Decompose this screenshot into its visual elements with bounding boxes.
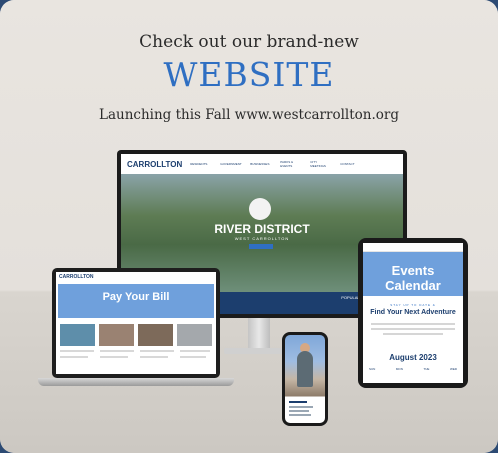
monitor-nav: CARROLLTON RESIDENTS GOVERNMENT BUSINESS…	[121, 154, 403, 174]
headline: Check out our brand-new	[139, 32, 359, 52]
monitor-logo: CARROLLTON	[127, 159, 183, 169]
laptop-text-line	[100, 356, 128, 358]
laptop-card-image	[60, 324, 95, 346]
tablet-day: TUE	[423, 367, 430, 371]
laptop: CARROLLTON Pay Your Bill	[52, 268, 220, 378]
phone-screen	[285, 335, 325, 423]
phone-text-line	[289, 401, 307, 403]
laptop-text-line	[140, 356, 168, 358]
laptop-logo: CARROLLTON	[59, 274, 94, 280]
tablet-banner-title: Events Calendar	[385, 263, 441, 293]
phone-text-line	[289, 410, 309, 412]
tablet: Events Calendar STAY UP TO DATE & Find Y…	[358, 238, 468, 388]
laptop-banner-title: Pay Your Bill	[102, 291, 170, 303]
laptop-banner: Pay Your Bill	[58, 284, 214, 318]
laptop-text-line	[180, 350, 210, 352]
promo-card: Check out our brand-new WEBSITE Launchin…	[0, 0, 498, 453]
laptop-card-image	[177, 324, 212, 346]
phone-photo-person	[297, 351, 313, 387]
tablet-day: SUN	[369, 367, 376, 371]
laptop-screen: CARROLLTON Pay Your Bill	[56, 272, 216, 374]
laptop-text-line	[60, 356, 88, 358]
tablet-text-line	[383, 333, 443, 335]
laptop-nav: CARROLLTON	[56, 272, 216, 282]
phone-text-line	[289, 406, 313, 408]
smartphone	[282, 332, 328, 426]
phone-text-line	[289, 414, 311, 416]
laptop-card-image	[99, 324, 134, 346]
monitor-nav-item: BUSINESSES	[250, 162, 270, 166]
promo-frame: Check out our brand-new WEBSITE Launchin…	[0, 0, 498, 453]
monitor-stand	[248, 318, 270, 352]
tablet-month: August 2023	[389, 353, 437, 362]
monitor-nav-item: GOVERNMENT	[220, 162, 242, 166]
laptop-text-line	[60, 350, 94, 352]
monitor-nav-item: RESIDENTS	[190, 162, 208, 166]
tablet-day: MON	[395, 367, 403, 371]
laptop-text-line	[100, 350, 134, 352]
monitor-nav-item: CONTACT	[340, 162, 355, 166]
monitor-nav-item: CITY MEETINGS	[310, 160, 326, 168]
laptop-text-line	[140, 350, 174, 352]
tablet-heading: Find Your Next Adventure	[370, 309, 456, 316]
tablet-day-row: SUN MON TUE WED	[369, 367, 457, 371]
city-emblem-icon	[249, 198, 271, 220]
laptop-text-line	[180, 356, 206, 358]
tablet-day: WED	[449, 367, 457, 371]
laptop-card-row	[60, 324, 212, 346]
monitor-hero-button	[249, 244, 273, 249]
laptop-card-image	[138, 324, 173, 346]
monitor-nav-item: PARKS & EVENTS	[280, 160, 294, 168]
monitor-hero-title: RIVER DISTRICT	[214, 222, 310, 236]
tablet-text-line	[371, 328, 455, 330]
tablet-nav	[363, 243, 463, 252]
tablet-text-line	[371, 323, 455, 325]
laptop-base	[38, 378, 234, 386]
tablet-banner: Events Calendar	[363, 252, 463, 296]
website-heading: WEBSITE	[163, 55, 335, 94]
tablet-screen: Events Calendar STAY UP TO DATE & Find Y…	[363, 243, 463, 383]
launch-line: Launching this Fall www.westcarrollton.o…	[99, 107, 399, 123]
tablet-kicker: STAY UP TO DATE &	[390, 303, 436, 307]
